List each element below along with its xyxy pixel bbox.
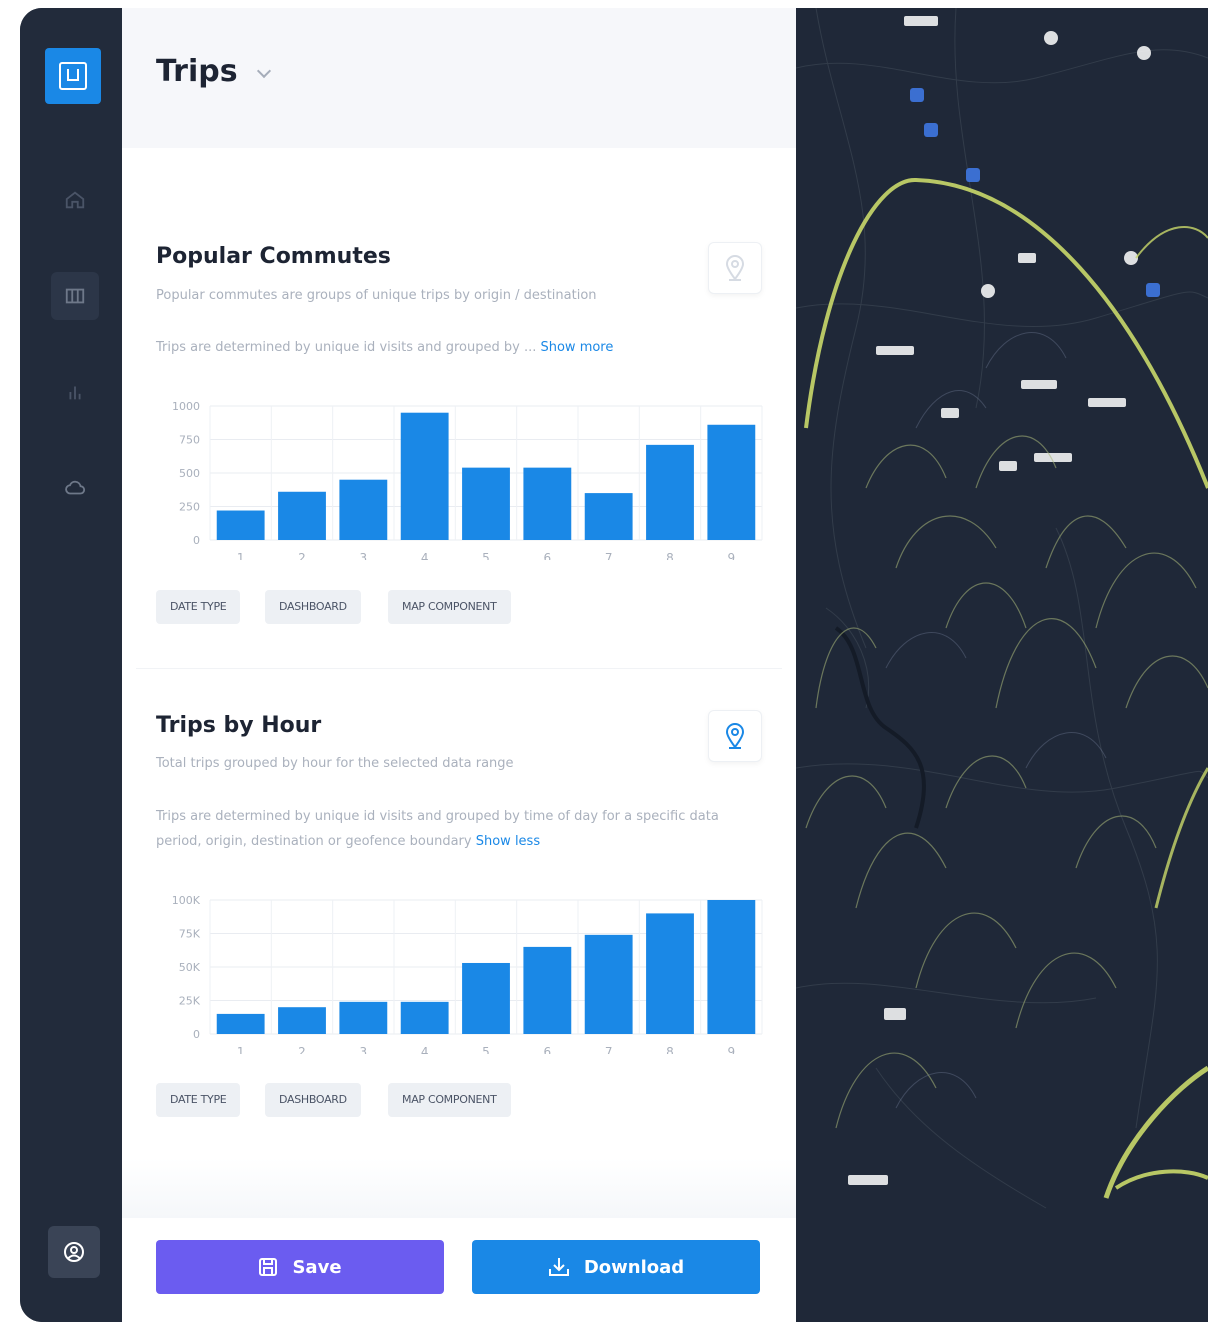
- app-window: Trips Popular Commutes Popular commutes …: [20, 8, 1208, 1322]
- bar: [646, 444, 694, 540]
- bar: [339, 479, 388, 540]
- map-pin-icon: [725, 723, 745, 749]
- bar: [584, 934, 633, 1034]
- trip-map[interactable]: [796, 8, 1208, 1322]
- bar: [584, 493, 633, 540]
- section-subtitle: Popular commutes are groups of unique tr…: [156, 288, 597, 303]
- nav-home[interactable]: [51, 176, 99, 224]
- panel-header: Trips: [122, 8, 796, 148]
- bar: [216, 1013, 265, 1034]
- x-tick-label: 9: [728, 1045, 736, 1054]
- page-title: Trips: [156, 54, 238, 89]
- cloud-icon: [65, 480, 86, 495]
- x-tick-label: 1: [237, 551, 245, 560]
- save-button[interactable]: Save: [156, 1240, 444, 1294]
- bar: [707, 424, 756, 540]
- bar: [278, 491, 326, 540]
- bar: [216, 510, 265, 540]
- section-description: Trips are determined by unique id visits…: [156, 340, 614, 355]
- x-tick-label: 1: [237, 1045, 245, 1054]
- save-label: Save: [292, 1256, 342, 1278]
- download-label: Download: [583, 1256, 685, 1278]
- x-tick-label: 9: [728, 551, 736, 560]
- bar: [462, 962, 510, 1034]
- section-title: Popular Commutes: [156, 244, 391, 269]
- bar: [646, 913, 694, 1034]
- map-icon: [65, 288, 85, 304]
- y-tick-label: 0: [193, 1028, 200, 1041]
- popular-commutes-chart: 1000 750 500 250 0 1 2 3 4 5 6 7 8 9: [172, 400, 763, 560]
- x-tick-label: 4: [421, 551, 429, 560]
- x-tick-label: 3: [360, 551, 368, 560]
- x-tick-label: 5: [482, 1045, 490, 1054]
- chip-map-component[interactable]: MAP COMPONENT: [388, 1083, 511, 1117]
- home-icon: [65, 191, 85, 209]
- profile-button[interactable]: [48, 1226, 100, 1278]
- pin-button[interactable]: [708, 242, 762, 294]
- chip-map-component[interactable]: MAP COMPONENT: [388, 590, 511, 624]
- chip-date-type[interactable]: DATE TYPE: [156, 590, 241, 624]
- download-icon: [548, 1258, 569, 1276]
- x-tick-label: 7: [605, 1045, 613, 1054]
- show-less-link[interactable]: Show less: [476, 834, 540, 849]
- y-tick-label: 500: [179, 467, 200, 480]
- bar: [400, 1001, 449, 1034]
- y-tick-label: 750: [179, 434, 200, 447]
- x-tick-label: 2: [298, 551, 306, 560]
- x-tick-label: 8: [666, 1045, 674, 1054]
- chevron-down-icon[interactable]: [256, 63, 272, 79]
- y-tick-label: 25K: [179, 995, 201, 1008]
- trips-panel: Trips Popular Commutes Popular commutes …: [122, 8, 796, 1322]
- show-more-link[interactable]: Show more: [540, 340, 613, 355]
- section-description: Trips are determined by unique id visits…: [156, 809, 719, 849]
- save-icon: [259, 1258, 278, 1276]
- x-tick-label: 4: [421, 1045, 429, 1054]
- bar: [707, 900, 756, 1034]
- x-tick-label: 3: [360, 1045, 368, 1054]
- section-divider: [136, 668, 782, 669]
- chip-dashboard[interactable]: DASHBOARD: [265, 1083, 361, 1117]
- app-logo-icon[interactable]: [45, 48, 101, 104]
- bar: [462, 467, 510, 540]
- x-tick-label: 6: [544, 551, 552, 560]
- x-tick-label: 8: [666, 551, 674, 560]
- download-button[interactable]: Download: [472, 1240, 760, 1294]
- chip-date-type[interactable]: DATE TYPE: [156, 1083, 241, 1117]
- y-tick-label: 0: [193, 534, 200, 547]
- user-circle-icon: [64, 1242, 84, 1262]
- map-canvas: [796, 8, 1208, 1322]
- bar: [339, 1001, 388, 1034]
- sidebar: [20, 8, 122, 1322]
- y-tick-label: 250: [179, 501, 200, 514]
- y-tick-label: 50K: [179, 961, 201, 974]
- nav-map[interactable]: [51, 272, 99, 320]
- trips-by-hour-chart: 100K 75K 50K 25K 0 1 2 3 4 5 6 7 8 9: [172, 894, 763, 1054]
- nav-analytics[interactable]: [51, 368, 99, 416]
- x-tick-label: 7: [605, 551, 613, 560]
- section-subtitle: Total trips grouped by hour for the sele…: [156, 756, 514, 771]
- x-tick-label: 5: [482, 551, 490, 560]
- bar-chart-icon: [69, 386, 81, 400]
- y-tick-label: 75K: [179, 928, 201, 941]
- nav-cloud[interactable]: [51, 464, 99, 512]
- y-tick-label: 100K: [172, 894, 201, 907]
- y-tick-label: 1000: [172, 400, 200, 413]
- bar: [400, 412, 449, 540]
- bar: [523, 946, 572, 1034]
- bar: [278, 1007, 326, 1034]
- x-tick-label: 2: [298, 1045, 306, 1054]
- section-title: Trips by Hour: [156, 713, 322, 738]
- bar: [523, 467, 572, 540]
- pin-button[interactable]: [708, 710, 762, 762]
- footer-fade: [122, 1158, 796, 1218]
- x-tick-label: 6: [544, 1045, 552, 1054]
- map-pin-icon: [725, 255, 745, 281]
- chip-dashboard[interactable]: DASHBOARD: [265, 590, 361, 624]
